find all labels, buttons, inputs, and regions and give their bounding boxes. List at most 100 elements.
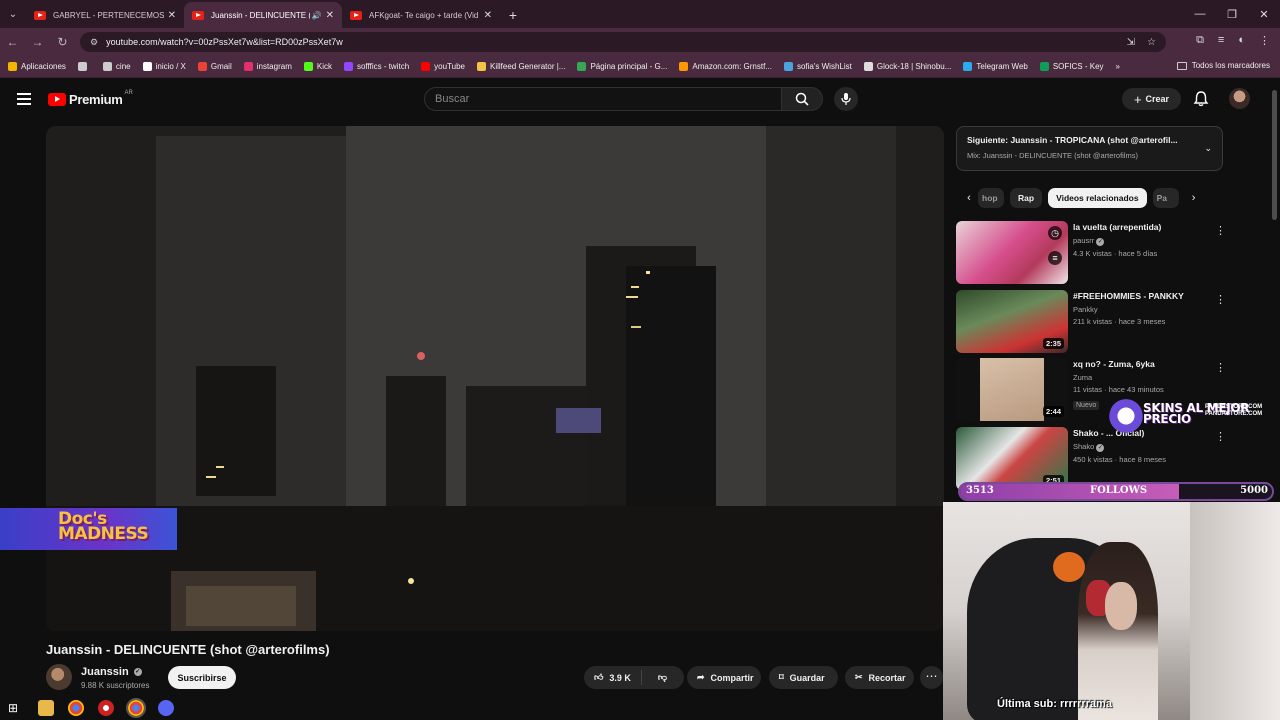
- address-bar[interactable]: ⚙ youtube.com/watch?v=00zPssXet7w&list=R…: [80, 32, 1166, 52]
- verified-badge-icon: ✓: [133, 668, 142, 676]
- browser-tab-active[interactable]: Juanssin - DELINCUENTE (sh 🔊 ✕: [184, 2, 342, 28]
- chevron-left-icon[interactable]: ‹: [960, 192, 978, 204]
- channel-name-link[interactable]: Juanssin ✓: [81, 666, 142, 678]
- bookmark-item[interactable]: instagram: [243, 62, 292, 71]
- reload-icon[interactable]: ↻: [50, 35, 75, 49]
- video-thumbnail[interactable]: 2:44: [956, 358, 1068, 421]
- save-button[interactable]: ⌑ Guardar: [769, 666, 838, 689]
- account-avatar[interactable]: [1229, 88, 1250, 109]
- bookmark-item[interactable]: youTube: [421, 62, 465, 71]
- tab-close-icon[interactable]: ✕: [326, 10, 334, 21]
- bookmark-item[interactable]: sofia's WishList: [783, 62, 852, 71]
- chevron-down-icon[interactable]: ⌄: [1204, 143, 1212, 154]
- bookmark-item[interactable]: Glock-18 | Shinobu...: [863, 62, 951, 71]
- forward-icon[interactable]: →: [25, 35, 50, 49]
- profile-icon[interactable]: ◐: [1238, 34, 1245, 47]
- browser-tab[interactable]: AFKgoat- Te caigo + tarde (Vid ✕: [342, 2, 500, 28]
- bookmark-item[interactable]: sofffics - twitch: [343, 62, 409, 71]
- chrome-icon[interactable]: [68, 700, 84, 716]
- extensions-icon[interactable]: ⧉: [1196, 34, 1204, 47]
- recommendation-item[interactable]: 2:35 #FREEHOMMIES - PANKKY Pankky 211 k …: [956, 290, 1226, 354]
- install-app-icon[interactable]: ⇲: [1127, 37, 1135, 48]
- recommendation-title: xq no? - Zuma, 6yka: [1073, 359, 1155, 369]
- back-icon[interactable]: ←: [0, 35, 25, 49]
- restore-icon[interactable]: ❐: [1216, 8, 1248, 21]
- like-button[interactable]: 👍︎ 3.9 K: [584, 670, 642, 685]
- youtube-play-icon: [48, 93, 66, 106]
- bookmark-star-icon[interactable]: ☆: [1147, 37, 1156, 48]
- recommendation-item[interactable]: ◷ ≡ la vuelta (arrepentida) pausrr ✓ 4.3…: [956, 221, 1226, 285]
- audio-playing-icon[interactable]: 🔊: [312, 11, 322, 20]
- clip-button[interactable]: ✂ Recortar: [845, 666, 914, 689]
- app-icon[interactable]: [98, 700, 114, 716]
- chip-related-videos[interactable]: Videos relacionados: [1048, 188, 1147, 208]
- share-button[interactable]: ➦ Compartir: [687, 666, 761, 689]
- logo-word: Premium: [69, 92, 123, 107]
- bookmark-item[interactable]: SOFICS - Key: [1039, 62, 1104, 71]
- bookmark-item[interactable]: Kick: [303, 62, 332, 71]
- bookmark-label: Amazon.com: Grnstf...: [692, 62, 772, 71]
- chip-rap[interactable]: Rap: [1010, 188, 1043, 208]
- discord-icon[interactable]: [158, 700, 174, 716]
- video-player[interactable]: [46, 126, 944, 631]
- notifications-bell-icon[interactable]: [1192, 90, 1210, 108]
- follower-current: 3513: [966, 485, 994, 496]
- add-to-queue-icon[interactable]: ≡: [1048, 251, 1062, 265]
- search-input[interactable]: Buscar: [424, 87, 782, 111]
- chrome-active-icon[interactable]: [126, 698, 146, 718]
- bookmark-item[interactable]: [77, 62, 91, 71]
- follower-label: FOLLOWS: [1090, 485, 1148, 496]
- bookmark-item[interactable]: Gmail: [197, 62, 232, 71]
- f-icon: [863, 62, 873, 71]
- video-thumbnail[interactable]: ◷ ≡: [956, 221, 1068, 284]
- bookmark-item[interactable]: Página principal - G...: [577, 62, 667, 71]
- bookmark-item[interactable]: inicio / X: [142, 62, 186, 71]
- youtube-favicon-icon: [192, 10, 204, 20]
- dislike-button[interactable]: 👎︎: [648, 672, 677, 683]
- bookmark-item[interactable]: Amazon.com: Grnstf...: [679, 62, 772, 71]
- tab-close-icon[interactable]: ✕: [168, 10, 176, 21]
- create-button[interactable]: + Crear: [1122, 88, 1181, 110]
- subscribe-button[interactable]: Suscribirse: [168, 666, 236, 689]
- like-dislike-group: 👍︎ 3.9 K 👎︎: [584, 666, 684, 689]
- bookmark-item[interactable]: Aplicaciones: [8, 62, 66, 71]
- voice-search-button[interactable]: [834, 87, 858, 111]
- media-control-icon[interactable]: ≡: [1218, 34, 1224, 47]
- more-bookmarks-icon[interactable]: »: [1116, 62, 1120, 71]
- playlist-next-panel[interactable]: Siguiente: Juanssin - TROPICANA (shot @a…: [956, 126, 1223, 171]
- more-options-icon[interactable]: ⋮: [1215, 293, 1226, 306]
- browser-tab[interactable]: GABRYEL - PERTENECEMOS (Vi ✕: [26, 2, 184, 28]
- more-actions-icon[interactable]: ⋯: [920, 666, 943, 689]
- windows-start-icon[interactable]: ⊞: [8, 700, 24, 716]
- globe-icon: [783, 62, 793, 71]
- hamburger-menu-icon[interactable]: [17, 93, 31, 105]
- youtube-logo[interactable]: Premium AR: [48, 90, 133, 107]
- mix-title: Mix: Juanssin - DELINCUENTE (shot @arter…: [967, 151, 1138, 160]
- more-options-icon[interactable]: ⋮: [1215, 224, 1226, 237]
- minimize-icon[interactable]: —: [1184, 8, 1216, 20]
- bookmark-item[interactable]: cine: [102, 62, 131, 71]
- tab-close-icon[interactable]: ✕: [484, 10, 492, 21]
- new-tab-button[interactable]: +: [500, 2, 526, 28]
- chip-partial[interactable]: Pa: [1152, 188, 1179, 208]
- page-scrollbar[interactable]: [1272, 90, 1277, 220]
- search-button[interactable]: [781, 87, 823, 111]
- file-explorer-icon[interactable]: [38, 700, 54, 716]
- share-label: Compartir: [710, 672, 754, 683]
- channel-avatar[interactable]: [46, 664, 72, 690]
- more-options-icon[interactable]: ⋮: [1215, 361, 1226, 374]
- create-label: Crear: [1145, 94, 1170, 104]
- video-thumbnail[interactable]: 2:35: [956, 290, 1068, 353]
- folder-icon: [102, 62, 112, 71]
- all-bookmarks[interactable]: Todos los marcadores: [1176, 61, 1270, 70]
- bookmark-item[interactable]: Killfeed Generator |...: [477, 62, 565, 71]
- chevron-right-icon[interactable]: ›: [1185, 192, 1203, 204]
- tab-search-icon[interactable]: ⌄: [0, 0, 26, 28]
- bookmark-item[interactable]: Telegram Web: [963, 62, 1028, 71]
- chip-hiphop[interactable]: hop: [978, 188, 1004, 208]
- close-window-icon[interactable]: ✕: [1248, 8, 1280, 21]
- menu-icon[interactable]: ⋮: [1259, 34, 1270, 47]
- watch-later-icon[interactable]: ◷: [1048, 226, 1062, 240]
- site-info-icon[interactable]: ⚙: [90, 37, 98, 48]
- video-thumbnail[interactable]: 2:51: [956, 427, 1068, 490]
